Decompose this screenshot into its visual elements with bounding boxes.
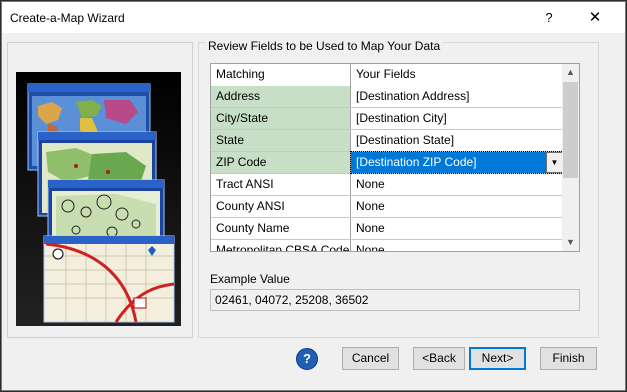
back-button[interactable]: <Back <box>413 347 465 370</box>
dropdown-selected-value: [Destination ZIP Code] <box>356 155 477 169</box>
title-bar: Create-a-Map Wizard ? ✕ <box>2 2 625 33</box>
your-field-cell[interactable]: [Destination State] <box>351 130 563 151</box>
column-header-your-fields[interactable]: Your Fields <box>351 64 563 86</box>
finish-button[interactable]: Finish <box>540 347 597 370</box>
titlebar-help-button[interactable]: ? <box>534 7 564 29</box>
street-map-thumbnail <box>43 235 175 323</box>
matching-cell: ZIP Code <box>211 152 351 173</box>
matching-cell: Address <box>211 86 351 107</box>
scroll-thumb[interactable] <box>563 82 578 178</box>
table-row[interactable]: Metropolitan CBSA Code None <box>211 240 564 251</box>
wizard-illustration-panel <box>7 42 193 338</box>
table-row[interactable]: County ANSI None <box>211 196 564 218</box>
table-row[interactable]: County Name None <box>211 218 564 240</box>
your-field-cell[interactable]: None <box>351 240 563 251</box>
review-fields-title: Review Fields to be Used to Map Your Dat… <box>206 39 443 53</box>
matching-cell: State <box>211 130 351 151</box>
table-row[interactable]: City/State [Destination City] <box>211 108 564 130</box>
matching-cell: City/State <box>211 108 351 129</box>
scroll-up-icon[interactable]: ▲ <box>562 64 579 81</box>
matching-cell: Tract ANSI <box>211 174 351 195</box>
grid-scrollbar[interactable]: ▲ ▼ <box>562 64 579 251</box>
window-title: Create-a-Map Wizard <box>10 11 125 25</box>
scroll-down-icon[interactable]: ▼ <box>562 234 579 251</box>
grid-rows: Address [Destination Address] City/State… <box>211 86 564 251</box>
close-button[interactable]: ✕ <box>580 6 610 30</box>
help-icon[interactable]: ? <box>296 348 318 370</box>
stacked-maps-illustration <box>16 72 181 326</box>
table-row[interactable]: ZIP Code [Destination ZIP Code] ▼ <box>211 151 564 174</box>
your-field-dropdown[interactable]: [Destination ZIP Code] ▼ <box>350 151 564 174</box>
your-field-cell[interactable]: [Destination City] <box>351 108 563 129</box>
matching-cell: County Name <box>211 218 351 239</box>
column-header-matching[interactable]: Matching <box>211 64 351 86</box>
table-row[interactable]: Tract ANSI None <box>211 174 564 196</box>
example-value-field: 02461, 04072, 25208, 36502 <box>210 289 580 311</box>
chevron-down-icon[interactable]: ▼ <box>546 152 563 173</box>
grid-header: Matching Your Fields <box>211 64 564 86</box>
field-mapping-grid[interactable]: Matching Your Fields Address [Destinatio… <box>210 63 580 252</box>
your-field-cell[interactable]: None <box>351 218 563 239</box>
your-field-cell[interactable]: None <box>351 196 563 217</box>
wizard-illustration <box>16 72 181 326</box>
matching-cell: Metropolitan CBSA Code <box>211 240 351 251</box>
next-button[interactable]: Next> <box>469 347 526 370</box>
cancel-button[interactable]: Cancel <box>342 347 399 370</box>
matching-cell: County ANSI <box>211 196 351 217</box>
example-value-label: Example Value <box>210 272 290 286</box>
table-row[interactable]: Address [Destination Address] <box>211 86 564 108</box>
your-field-cell[interactable]: None <box>351 174 563 195</box>
table-row[interactable]: State [Destination State] <box>211 130 564 152</box>
your-field-cell[interactable]: [Destination Address] <box>351 86 563 107</box>
